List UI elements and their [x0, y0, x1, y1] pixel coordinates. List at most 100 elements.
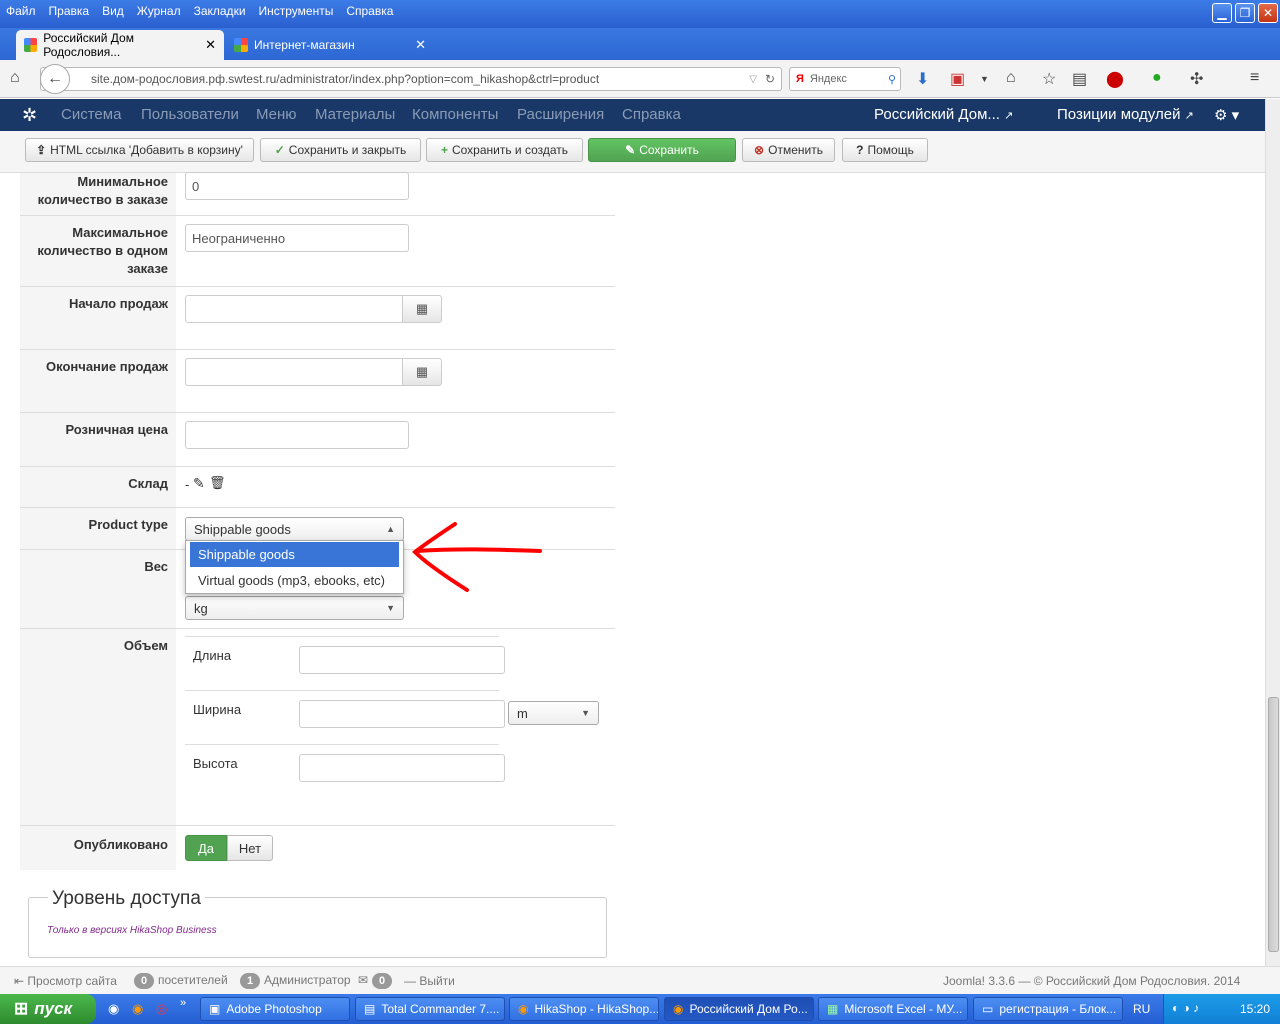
screenshot-icon[interactable]: ▣ [950, 69, 965, 89]
reload-icon[interactable]: ↻ [765, 72, 775, 86]
reading-list-icon[interactable]: ▤ [1072, 69, 1087, 89]
dropdown-arrow-icon[interactable]: ▽ [749, 74, 757, 85]
opera-icon[interactable]: ◎ [156, 1001, 167, 1017]
home-icon[interactable]: ⌂ [1006, 69, 1016, 87]
save-new-button[interactable]: + Сохранить и создать [426, 138, 583, 162]
height-input[interactable] [299, 754, 505, 782]
menu-history[interactable]: Журнал [137, 4, 181, 18]
published-yes-button[interactable]: Да [185, 835, 227, 861]
option-shippable-goods[interactable]: Shippable goods [190, 542, 399, 567]
chevron-down-icon[interactable]: ▼ [980, 74, 989, 84]
chevron-more-icon[interactable]: » [180, 997, 186, 1009]
total-commander-icon: ▤ [364, 1002, 376, 1016]
html-add-to-cart-button[interactable]: ⇪ HTML ссылка 'Добавить в корзину' [25, 138, 254, 162]
cancel-circle-icon: ⊗ [754, 143, 765, 157]
page-scrollbar[interactable] [1265, 99, 1280, 966]
admin-menu-content[interactable]: Материалы [315, 106, 395, 123]
menu-hamburger-icon[interactable]: ≡ [1250, 69, 1259, 87]
start-button[interactable]: ⊞ пуск [0, 994, 96, 1024]
menu-edit[interactable]: Правка [49, 4, 90, 18]
min-qty-input[interactable]: 0 [185, 172, 409, 200]
module-positions-link[interactable]: Позиции модулей ↗ [1057, 106, 1194, 123]
calendar-icon[interactable]: ▦ [402, 358, 442, 386]
taskbar-item-excel[interactable]: ▦ Microsoft Excel - МУ... [818, 997, 968, 1021]
width-input[interactable] [299, 700, 505, 728]
weight-unit-select[interactable]: kg ▼ [185, 596, 404, 620]
chrome-icon[interactable]: ◉ [108, 1001, 119, 1017]
plus-icon: + [440, 143, 448, 157]
menu-help[interactable]: Справка [346, 4, 393, 18]
admin-menu-users[interactable]: Пользователи [141, 106, 239, 123]
clock: 15:20 [1240, 1002, 1271, 1016]
url-bar[interactable]: site.дом-родословия.рф.swtest.ru/adminis… [40, 67, 782, 91]
menu-file[interactable]: Файл [6, 4, 36, 18]
site-link[interactable]: Российский Дом... ↗ [874, 106, 1013, 123]
dimension-unit-select[interactable]: m ▼ [508, 701, 599, 725]
taskbar-item-rodoslovie[interactable]: ◉ Российский Дом Ро... [664, 997, 814, 1021]
maximize-button[interactable]: ❐ [1235, 3, 1255, 23]
minimize-button[interactable]: ▁ [1212, 3, 1232, 23]
save-button[interactable]: ✎ Сохранить [588, 138, 736, 162]
help-button[interactable]: ? Помощь [842, 138, 928, 162]
messages-status[interactable]: ✉ 0 [358, 973, 396, 989]
view-site-icon: ⇤ [14, 974, 25, 988]
published-no-button[interactable]: Нет [227, 835, 273, 861]
close-window-button[interactable]: ✕ [1258, 3, 1278, 23]
option-virtual-goods[interactable]: Virtual goods (mp3, ebooks, etc) [190, 568, 399, 593]
product-type-dropdown: Shippable goods Virtual goods (mp3, eboo… [185, 540, 404, 594]
back-button[interactable]: ← [40, 64, 70, 94]
taskbar-item-total-commander[interactable]: ▤ Total Commander 7.... [355, 997, 505, 1021]
language-indicator[interactable]: RU [1133, 1002, 1150, 1016]
scrollbar-thumb[interactable] [1268, 697, 1279, 952]
max-qty-input[interactable]: Неограниченно [185, 224, 409, 252]
menu-bookmarks[interactable]: Закладки [194, 4, 246, 18]
bookmark-star-icon[interactable]: ☆ [1042, 69, 1056, 89]
length-input[interactable] [299, 646, 505, 674]
divider [185, 636, 499, 637]
retail-price-label: Розничная цена [20, 413, 176, 466]
admin-menu-extensions[interactable]: Расширения [517, 106, 604, 123]
close-tab-icon[interactable]: ✕ [415, 37, 426, 53]
cancel-button[interactable]: ⊗ Отменить [742, 138, 835, 162]
extension-icon[interactable]: ✣ [1190, 69, 1203, 89]
home-page-icon[interactable]: ⌂ [10, 69, 20, 87]
taskbar-item-notepad[interactable]: ▭ регистрация - Блок... [973, 997, 1123, 1021]
close-tab-icon[interactable]: ✕ [205, 37, 216, 53]
trash-icon[interactable]: 🗑 [209, 475, 226, 491]
tab-rodoslovie[interactable]: Российский Дом Родословия... ✕ [16, 30, 224, 60]
logout-link[interactable]: — Выйти [404, 974, 455, 988]
admin-menu-help[interactable]: Справка [622, 106, 681, 123]
firefox-icon[interactable]: ◉ [132, 1001, 143, 1017]
search-input[interactable]: Я Яндекс ⚲ [789, 67, 901, 91]
retail-price-input[interactable] [185, 421, 409, 449]
search-icon[interactable]: ⚲ [888, 73, 896, 86]
taskbar-item-hikashop[interactable]: ◉ HikaShop - HikaShop... [509, 997, 659, 1021]
menu-tools[interactable]: Инструменты [259, 4, 334, 18]
sale-end-input[interactable] [185, 358, 403, 386]
mail-icon: ✉ [358, 973, 369, 987]
joomla-icon [234, 38, 248, 52]
volume-label: Объем [20, 629, 176, 825]
extension-icon[interactable]: ● [1152, 69, 1162, 87]
admin-menu-menus[interactable]: Меню [256, 106, 297, 123]
sale-start-input[interactable] [185, 295, 403, 323]
joomla-logo-icon[interactable]: ✲ [22, 105, 37, 126]
pencil-icon[interactable]: ✎ [193, 475, 205, 492]
menu-view[interactable]: Вид [102, 4, 124, 18]
tab-internet-shop[interactable]: Интернет-магазин ✕ [226, 30, 434, 60]
calendar-icon[interactable]: ▦ [402, 295, 442, 323]
adblock-icon[interactable]: ⬤ [1106, 69, 1124, 89]
copyright-text: Joomla! 3.3.6 — © Российский Дом Родосло… [943, 974, 1241, 988]
admin-menu-system[interactable]: Система [61, 106, 121, 123]
height-label: Высота [193, 756, 238, 771]
settings-gear-icon[interactable]: ⚙ ▾ [1214, 106, 1239, 124]
save-close-button[interactable]: ✓ Сохранить и закрыть [260, 138, 421, 162]
taskbar-item-photoshop[interactable]: ▣ Adobe Photoshop [200, 997, 350, 1021]
admin-menu-components[interactable]: Компоненты [412, 106, 498, 123]
view-site-link[interactable]: ⇤ Просмотр сайта [14, 974, 117, 988]
browser-navbar: ⌂ site.дом-родословия.рф.swtest.ru/admin… [0, 60, 1280, 98]
tray-icons[interactable]: ◐ ◑ ♪ [1172, 1001, 1199, 1015]
download-icon[interactable]: ⬇ [916, 69, 929, 89]
excel-icon: ▦ [827, 1002, 839, 1016]
product-type-select[interactable]: Shippable goods ▲ [185, 517, 404, 541]
